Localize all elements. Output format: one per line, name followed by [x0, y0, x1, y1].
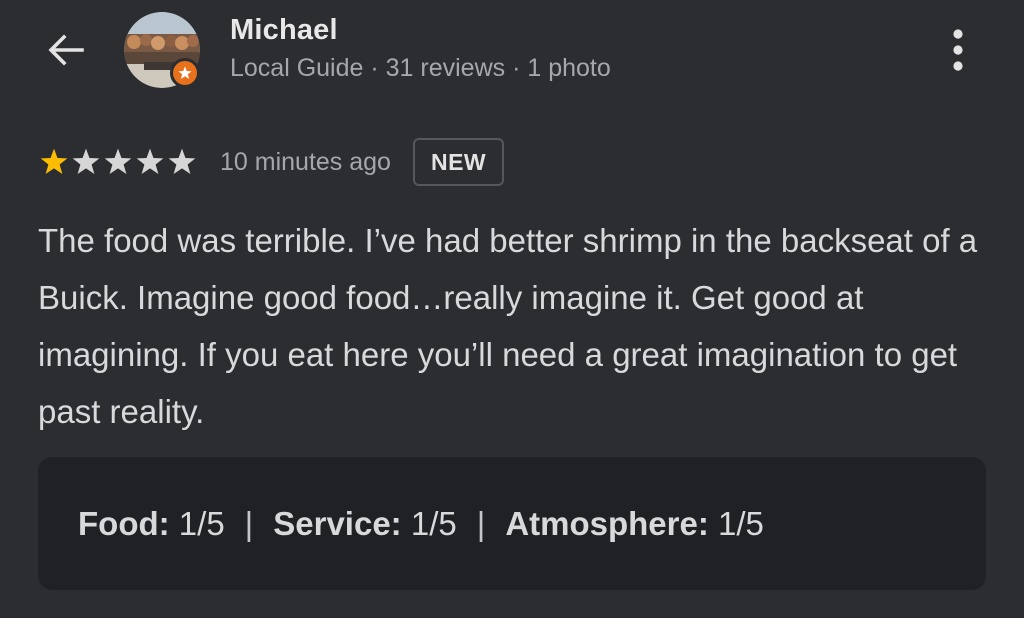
sub-rating-value: 1/5	[708, 504, 764, 542]
new-badge: NEW	[412, 138, 505, 186]
star-empty-icon	[104, 148, 132, 174]
sub-rating-value: 1/5	[401, 504, 457, 542]
local-guide-badge	[170, 58, 200, 88]
review-screen: Michael Local Guide · 31 reviews · 1 pho…	[0, 0, 1024, 618]
rating-row: 10 minutes ago NEW	[38, 136, 505, 188]
rating-separator: |	[476, 504, 486, 542]
sub-rating-value: 1/5	[169, 504, 225, 542]
sub-rating-item: Atmosphere: 1/5	[505, 505, 764, 543]
local-guide-star-icon	[178, 66, 192, 79]
user-meta: Local Guide · 31 reviews · 1 photo	[230, 54, 611, 82]
back-button[interactable]	[40, 24, 92, 76]
sub-ratings-card: Food: 1/5 | Service: 1/5 | Atmosphere: 1/5	[38, 457, 986, 590]
star-empty-icon	[168, 148, 196, 174]
star-filled-icon	[40, 148, 68, 174]
more-options-button[interactable]	[936, 24, 980, 76]
sub-rating-item: Food: 1/5	[78, 505, 225, 543]
star-rating	[38, 146, 198, 178]
review-text: The food was terrible. I’ve had better s…	[38, 222, 978, 430]
sub-rating-label: Service:	[273, 504, 402, 542]
arrow-back-icon	[48, 34, 84, 66]
sub-rating-item: Service: 1/5	[273, 505, 456, 543]
sub-rating-label: Atmosphere:	[505, 504, 709, 542]
star-empty-icon	[136, 148, 164, 174]
review-time: 10 minutes ago	[220, 147, 391, 176]
rating-separator: |	[244, 504, 254, 542]
star-empty-icon	[72, 148, 100, 174]
avatar[interactable]	[124, 12, 200, 88]
more-vertical-icon	[953, 29, 963, 71]
sub-rating-label: Food:	[78, 504, 170, 542]
user-name[interactable]: Michael	[230, 14, 338, 47]
